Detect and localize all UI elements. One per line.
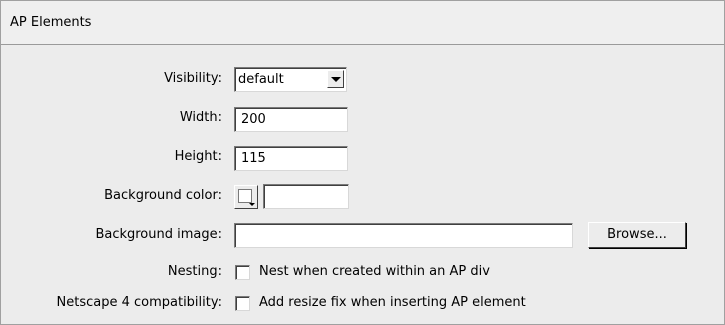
nesting-checkbox[interactable] [235,265,250,280]
color-swatch-icon[interactable] [234,185,258,209]
netscape-label: Netscape 4 compatibility: [56,295,223,310]
visibility-value: default [238,72,284,87]
swatch-arrow-icon [249,203,255,206]
background-image-input[interactable] [234,223,573,248]
nesting-checkbox-label[interactable]: Nest when created within an AP div [259,264,490,280]
panel-title: AP Elements [10,15,92,30]
panel-header: AP Elements [1,1,724,45]
browse-button[interactable]: Browse... [588,222,686,248]
background-color-input[interactable] [263,184,349,209]
background-image-label: Background image: [95,227,222,242]
background-color-label: Background color: [104,188,222,203]
width-input[interactable]: 200 [234,107,348,132]
nesting-label: Nesting: [167,264,222,279]
netscape-checkbox[interactable] [235,296,250,311]
height-input[interactable]: 115 [234,146,348,171]
color-swatch-preview [238,189,252,203]
visibility-select[interactable]: default [234,67,347,92]
netscape-checkbox-label[interactable]: Add resize fix when inserting AP element [259,295,526,311]
visibility-label: Visibility: [164,71,222,86]
ap-elements-panel: AP Elements Visibility: default Width: 2… [0,0,725,325]
width-label: Width: [179,110,222,125]
height-label: Height: [174,149,222,164]
chevron-down-icon[interactable] [327,70,344,88]
